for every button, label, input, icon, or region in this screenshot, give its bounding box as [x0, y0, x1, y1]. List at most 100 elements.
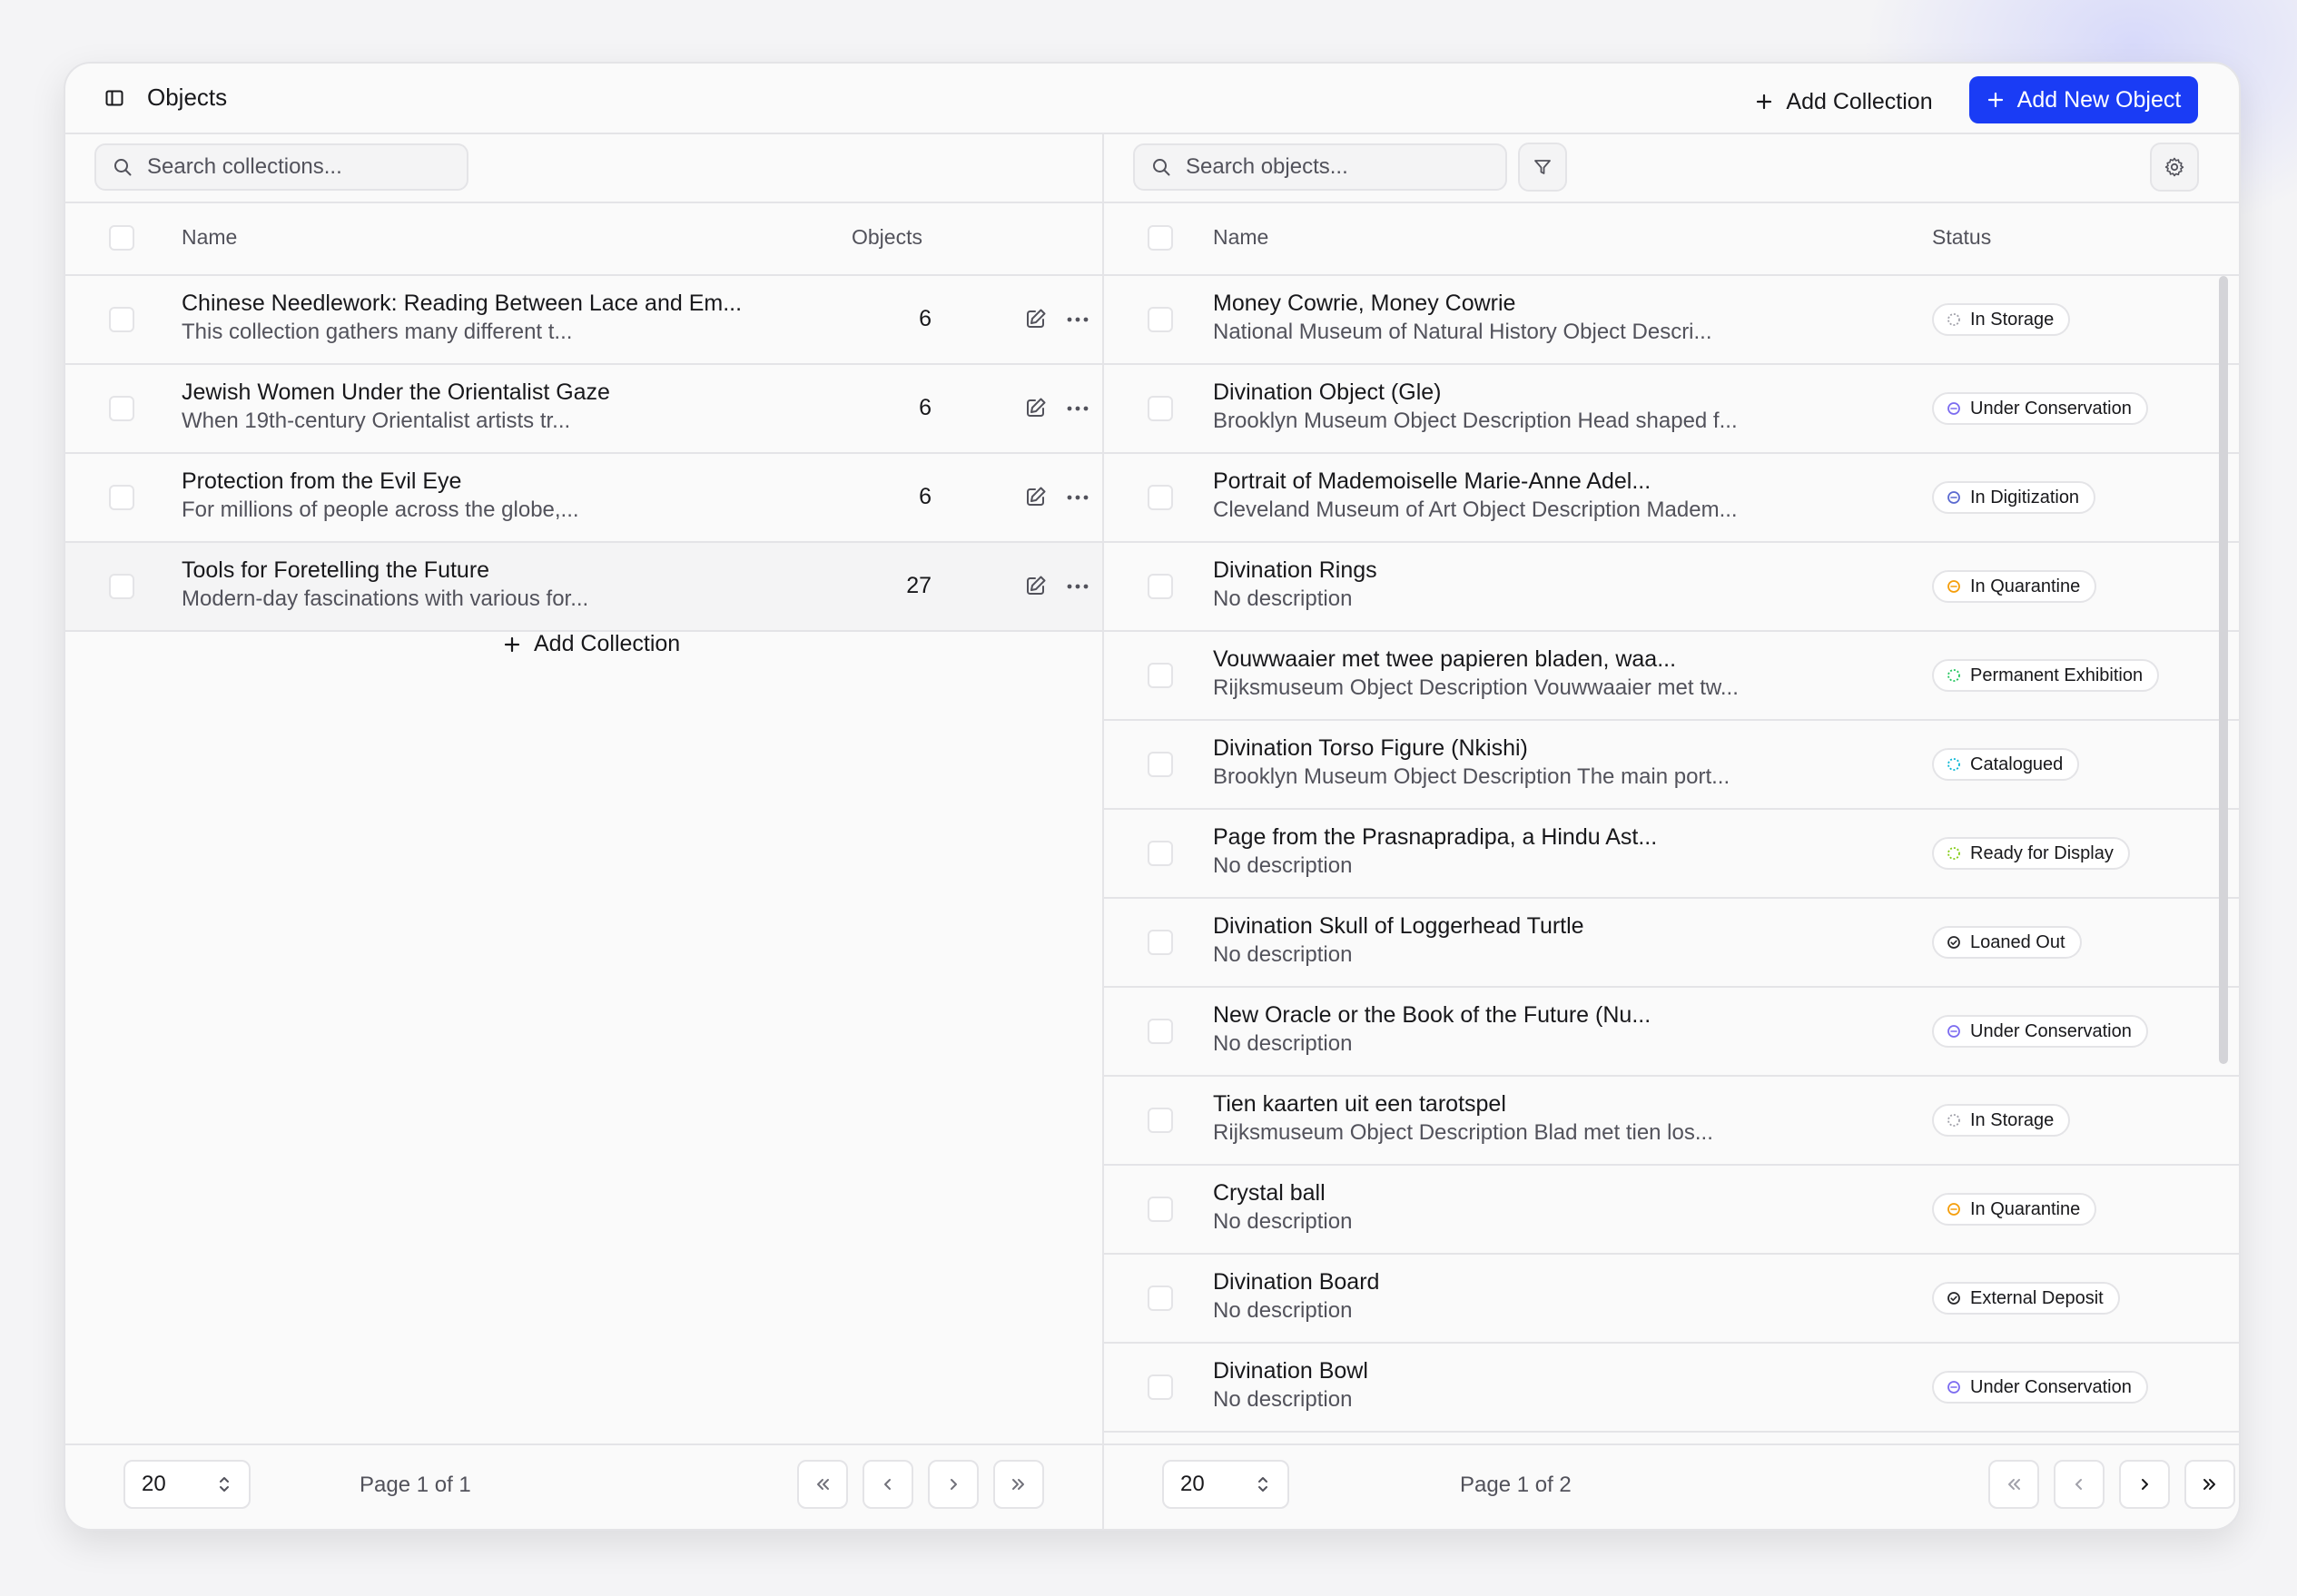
object-row[interactable]: Divination Object (Gle) Brooklyn Museum O…: [1104, 365, 2239, 454]
edit-icon[interactable]: [1024, 485, 1048, 508]
status-icon: [1947, 936, 1960, 949]
chevrons-right-icon: [1012, 1479, 1024, 1490]
object-row[interactable]: Divination Rings No description In Quarant…: [1104, 543, 2239, 632]
object-row-checkbox[interactable]: [1148, 930, 1173, 955]
object-row[interactable]: New Oracle or the Book of the Future (Nu…: [1104, 988, 2239, 1077]
collection-row[interactable]: Chinese Needlework: Reading Between Lace…: [65, 276, 1102, 365]
object-title: Page from the Prasnapradipa, a Hindu Ast…: [1213, 824, 1658, 850]
object-row-checkbox[interactable]: [1148, 663, 1173, 688]
more-icon[interactable]: [1066, 310, 1089, 329]
status-badge[interactable]: Under Conservation: [1932, 1015, 2148, 1048]
collection-row-checkbox[interactable]: [109, 307, 134, 332]
collection-description: This collection gathers many different t…: [182, 320, 573, 344]
object-row-checkbox[interactable]: [1148, 841, 1173, 866]
object-row-checkbox[interactable]: [1148, 307, 1173, 332]
object-row[interactable]: Vouwwaaier met twee papieren bladen, waa…: [1104, 632, 2239, 721]
filter-button[interactable]: [1518, 143, 1567, 192]
status-badge[interactable]: In Storage: [1932, 1104, 2071, 1137]
object-row[interactable]: Divination Skull of Loggerhead Turtle No …: [1104, 899, 2239, 988]
collection-title: Chinese Needlework: Reading Between Lace…: [182, 291, 743, 316]
status-badge[interactable]: Catalogued: [1932, 748, 2080, 781]
object-row[interactable]: Money Cowrie, Money Cowrie National Museu…: [1104, 276, 2239, 365]
last-page-button[interactable]: [2184, 1460, 2235, 1509]
status-badge[interactable]: Under Conservation: [1932, 392, 2148, 425]
status-badge[interactable]: In Quarantine: [1932, 570, 2097, 603]
status-badge[interactable]: Loaned Out: [1932, 926, 2082, 959]
object-row-checkbox[interactable]: [1148, 1374, 1173, 1400]
object-row-checkbox[interactable]: [1148, 485, 1173, 510]
object-title: Crystal ball: [1213, 1180, 1326, 1206]
more-icon[interactable]: [1066, 488, 1089, 507]
first-page-button[interactable]: [797, 1460, 848, 1509]
object-row-checkbox[interactable]: [1148, 574, 1173, 599]
settings-button[interactable]: [2150, 143, 2199, 192]
object-description: National Museum of Natural History Objec…: [1213, 320, 1712, 344]
object-title: Tien kaarten uit een tarotspel: [1213, 1091, 1506, 1117]
status-badge[interactable]: In Digitization: [1932, 481, 2096, 514]
status-badge[interactable]: Permanent Exhibition: [1932, 659, 2160, 692]
object-row-checkbox[interactable]: [1148, 752, 1173, 777]
object-description: Rijksmuseum Object Description Vouwwaaie…: [1213, 675, 1739, 700]
chevron-right-icon: [2142, 1479, 2148, 1490]
add-collection-button[interactable]: Add Collection: [1739, 78, 1949, 125]
object-title: Vouwwaaier met twee papieren bladen, waa…: [1213, 646, 1677, 672]
status-badge[interactable]: In Quarantine: [1932, 1193, 2097, 1226]
collections-search-input[interactable]: [145, 153, 439, 181]
object-row[interactable]: Portrait of Mademoiselle Marie-Anne Adel…: [1104, 454, 2239, 543]
more-icon[interactable]: [1066, 577, 1089, 596]
object-row-checkbox[interactable]: [1148, 1019, 1173, 1044]
object-row[interactable]: Divination Bowl No description Under Conse…: [1104, 1344, 2239, 1433]
next-page-button[interactable]: [928, 1460, 979, 1509]
collection-object-count: 6: [919, 306, 932, 331]
status-label: Permanent Exhibition: [1970, 665, 2144, 685]
collections-page-size-select[interactable]: 20: [123, 1460, 251, 1509]
object-row[interactable]: Tien kaarten uit een tarotspel Rijksmuseu…: [1104, 1077, 2239, 1166]
status-icon: [1947, 1114, 1960, 1127]
previous-page-button[interactable]: [2054, 1460, 2105, 1509]
chevron-right-icon: [951, 1479, 957, 1490]
object-row-checkbox[interactable]: [1148, 1108, 1173, 1133]
objects-search[interactable]: [1133, 143, 1507, 191]
status-label: In Digitization: [1970, 487, 2080, 507]
status-badge[interactable]: Under Conservation: [1932, 1371, 2148, 1404]
collection-row[interactable]: Tools for Foretelling the Future Modern-d…: [65, 543, 1102, 632]
edit-icon[interactable]: [1024, 574, 1048, 597]
add-new-object-button[interactable]: Add New Object: [1969, 76, 2198, 123]
edit-icon[interactable]: [1024, 307, 1048, 330]
object-row-checkbox[interactable]: [1148, 1197, 1173, 1222]
first-page-button[interactable]: [1988, 1460, 2039, 1509]
collections-search[interactable]: [94, 143, 468, 191]
objects-search-input[interactable]: [1184, 153, 1478, 181]
object-row[interactable]: Divination Torso Figure (Nkishi) Brooklyn…: [1104, 721, 2239, 810]
object-row[interactable]: Divination Board No description External D…: [1104, 1255, 2239, 1344]
status-icon: [1947, 1381, 1960, 1394]
collection-row-checkbox[interactable]: [109, 396, 134, 421]
collection-row[interactable]: Jewish Women Under the Orientalist Gaze W…: [65, 365, 1102, 454]
objects-page-size-select[interactable]: 20: [1162, 1460, 1289, 1509]
object-row-checkbox[interactable]: [1148, 396, 1173, 421]
collection-row-checkbox[interactable]: [109, 485, 134, 510]
edit-icon[interactable]: [1024, 396, 1048, 419]
object-row[interactable]: Page from the Prasnapradipa, a Hindu Ast…: [1104, 810, 2239, 899]
more-icon[interactable]: [1066, 399, 1089, 418]
column-header-name: Name: [182, 225, 238, 249]
chevron-left-icon: [2075, 1479, 2082, 1490]
select-all-collections-checkbox[interactable]: [109, 225, 134, 251]
objects-page-info: Page 1 of 2: [1460, 1473, 1572, 1497]
next-page-button[interactable]: [2119, 1460, 2170, 1509]
collection-row-checkbox[interactable]: [109, 574, 134, 599]
previous-page-button[interactable]: [863, 1460, 913, 1509]
status-badge[interactable]: Ready for Display: [1932, 837, 2130, 870]
status-badge[interactable]: In Storage: [1932, 303, 2071, 336]
status-badge[interactable]: External Deposit: [1932, 1282, 2120, 1315]
objects-scrollbar[interactable]: [2219, 276, 2228, 1064]
collection-row[interactable]: Protection from the Evil Eye For millions…: [65, 454, 1102, 543]
status-label: Under Conservation: [1970, 398, 2132, 419]
object-row[interactable]: Crystal ball No description In Quarantine: [1104, 1166, 2239, 1255]
sidebar-toggle-icon[interactable]: [105, 89, 123, 107]
add-collection-inline-button[interactable]: Add Collection: [498, 630, 685, 658]
object-row-checkbox[interactable]: [1148, 1286, 1173, 1311]
objects-pane: Name Status Ca Money Cowrie, Money Cowri…: [1104, 134, 2239, 1529]
select-all-objects-checkbox[interactable]: [1148, 225, 1173, 251]
last-page-button[interactable]: [993, 1460, 1044, 1509]
